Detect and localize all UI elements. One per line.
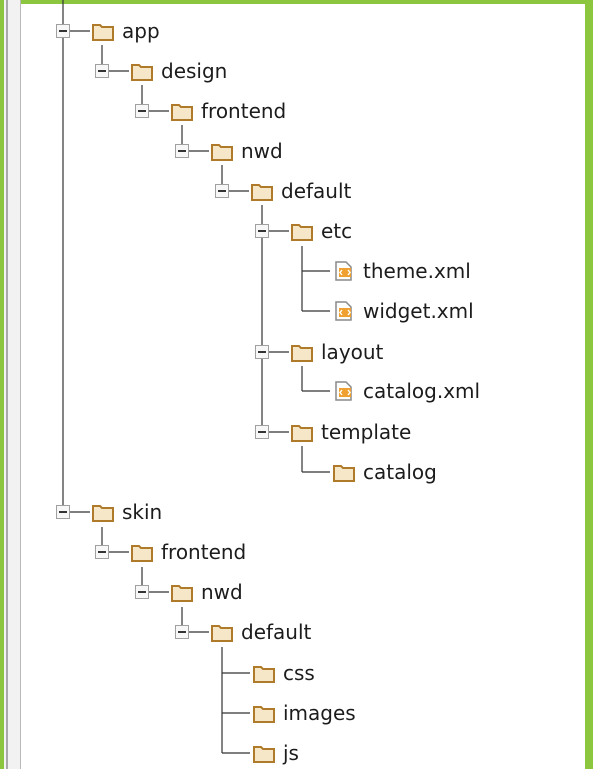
- node-label: images: [283, 701, 356, 725]
- folder-icon: [92, 505, 114, 522]
- node-label: css: [283, 661, 315, 685]
- node-label: widget.xml: [363, 299, 474, 323]
- folder-icon: [291, 345, 313, 362]
- tree-node-template[interactable]: template: [255, 419, 411, 445]
- folder-icon: [211, 144, 233, 161]
- collapse-toggle[interactable]: [255, 425, 269, 439]
- tree-node-template-catalog[interactable]: catalog: [333, 459, 437, 485]
- node-label: default: [281, 179, 352, 203]
- tree-node-js[interactable]: js: [253, 740, 299, 766]
- xml-file-icon: [335, 261, 352, 281]
- tree-node-app[interactable]: app: [56, 18, 160, 44]
- tree-node-widget-xml[interactable]: widget.xml: [333, 298, 474, 324]
- node-label: layout: [321, 340, 384, 364]
- folder-icon: [253, 706, 275, 723]
- tree-connector-lines: [62, 0, 330, 754]
- folder-icon: [291, 224, 313, 241]
- tree-node-layout[interactable]: layout: [255, 339, 383, 365]
- tree-node-design[interactable]: design: [95, 58, 227, 84]
- collapse-toggle[interactable]: [175, 144, 189, 158]
- folder-icon: [253, 746, 275, 763]
- node-label: nwd: [241, 139, 283, 163]
- tree-node-default[interactable]: default: [215, 178, 351, 204]
- collapse-toggle[interactable]: [135, 104, 149, 118]
- tree-node-frontend[interactable]: frontend: [135, 98, 286, 124]
- collapse-toggle[interactable]: [56, 505, 70, 519]
- node-label: design: [161, 59, 228, 83]
- xml-file-icon: [335, 301, 352, 321]
- tree-node-skin[interactable]: skin: [56, 499, 162, 525]
- node-label: nwd: [201, 580, 243, 604]
- tree-node-skin-frontend[interactable]: frontend: [95, 539, 246, 565]
- tree-node-etc[interactable]: etc: [255, 218, 352, 244]
- node-label: theme.xml: [363, 259, 471, 283]
- folder-icon: [171, 585, 193, 602]
- node-label: frontend: [161, 540, 247, 564]
- collapse-toggle[interactable]: [215, 184, 229, 198]
- node-label: frontend: [201, 99, 287, 123]
- collapse-toggle[interactable]: [255, 345, 269, 359]
- tree-node-theme-xml[interactable]: theme.xml: [333, 258, 471, 284]
- collapse-toggle[interactable]: [95, 545, 109, 559]
- collapse-toggle[interactable]: [255, 224, 269, 238]
- tree-node-nwd[interactable]: nwd: [175, 138, 283, 164]
- folder-icon: [211, 625, 233, 642]
- node-label: catalog: [363, 460, 437, 484]
- folder-icon: [333, 465, 355, 482]
- collapse-toggle[interactable]: [135, 585, 149, 599]
- node-label: app: [122, 19, 160, 43]
- folder-icon: [92, 24, 114, 41]
- collapse-toggle[interactable]: [175, 625, 189, 639]
- node-label: etc: [321, 219, 353, 243]
- node-label: default: [241, 620, 312, 644]
- folder-icon: [171, 104, 193, 121]
- folder-icon: [131, 64, 153, 81]
- folder-icon: [131, 545, 153, 562]
- folder-icon: [251, 184, 273, 201]
- folder-icon: [253, 666, 275, 683]
- file-tree-window: app design frontend nwd default etc them…: [0, 0, 593, 769]
- tree-node-images[interactable]: images: [253, 700, 356, 726]
- tree-node-css[interactable]: css: [253, 660, 315, 686]
- collapse-toggle[interactable]: [95, 64, 109, 78]
- tree-node-catalog-xml[interactable]: catalog.xml: [333, 378, 480, 404]
- xml-file-icon: [335, 381, 352, 401]
- node-label: template: [321, 420, 412, 444]
- folder-icon: [291, 425, 313, 442]
- tree-node-skin-nwd[interactable]: nwd: [135, 579, 243, 605]
- node-label: js: [283, 741, 299, 765]
- collapse-toggle[interactable]: [56, 24, 70, 38]
- node-label: catalog.xml: [363, 379, 481, 403]
- tree-node-skin-default[interactable]: default: [175, 619, 311, 645]
- node-label: skin: [122, 500, 163, 524]
